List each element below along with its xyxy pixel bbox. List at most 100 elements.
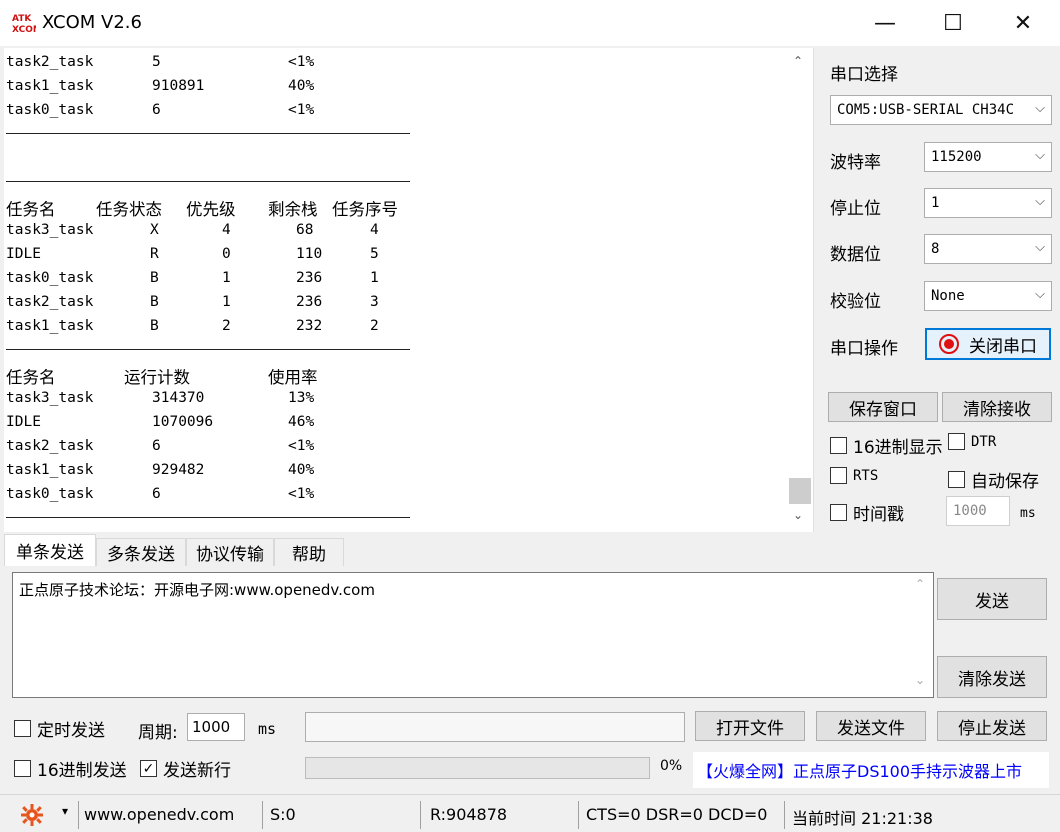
receive-cell: 314370 — [152, 390, 205, 406]
receive-cell: 4 — [370, 222, 379, 238]
receive-cell: 13% — [288, 390, 315, 406]
svg-text:ATK: ATK — [12, 14, 32, 24]
scroll-thumb[interactable] — [789, 478, 811, 504]
period-input[interactable]: 1000 — [187, 713, 245, 741]
status-url[interactable]: www.openedv.com — [84, 805, 234, 824]
status-bar: ▾ www.openedv.com S:0 R:904878 CTS=0 DSR… — [0, 794, 1060, 832]
receive-line: task1_task 910891 40% — [6, 74, 796, 98]
maximize-button[interactable]: ☐ — [918, 0, 988, 46]
receive-cell: 68 — [296, 222, 314, 238]
receive-cell: 110 — [296, 246, 323, 262]
scroll-up-icon[interactable]: ⌃ — [793, 54, 803, 68]
hex-send-checkbox[interactable]: 16进制发送 — [14, 756, 127, 781]
stop-bits-select[interactable]: 1 ⌵ — [924, 188, 1052, 218]
receive-cell: IDLE — [6, 414, 41, 430]
scroll-down-icon[interactable]: ⌄ — [915, 673, 925, 687]
timed-send-checkbox[interactable]: 定时发送 — [14, 716, 105, 741]
receive-cell: 1070096 — [152, 414, 214, 430]
port-select[interactable]: COM5:USB-SERIAL CH34C ⌵ — [830, 95, 1052, 125]
title-bar: ATK XCOM XCOM V2.6 — ☐ ✕ — [0, 0, 1060, 46]
hex-display-checkbox[interactable]: 16进制显示 — [830, 433, 943, 458]
clear-receive-button[interactable]: 清除接收 — [942, 392, 1052, 422]
receive-cell: task2_task — [6, 54, 94, 70]
receive-cell: 1 — [370, 270, 379, 286]
app-logo-icon: ATK XCOM — [12, 12, 42, 35]
chevron-down-icon: ⌵ — [1035, 148, 1045, 163]
scroll-down-icon[interactable]: ⌄ — [793, 508, 803, 522]
receive-cell: 232 — [296, 318, 323, 334]
gear-icon[interactable] — [20, 803, 44, 832]
close-window-button[interactable]: ✕ — [988, 0, 1058, 46]
period-label: 周期: — [138, 723, 178, 743]
separator-rule — [6, 338, 796, 362]
period-unit: ms — [258, 720, 277, 738]
svg-text:XCOM: XCOM — [12, 25, 36, 34]
scroll-up-icon[interactable]: ⌃ — [915, 577, 925, 591]
receive-line: IDLE 1070096 46% — [6, 410, 796, 434]
receive-cell: task3_task — [6, 222, 94, 238]
receive-cell: 1 — [222, 270, 231, 286]
receive-cell: task2_task — [6, 294, 94, 310]
receive-cell: <1% — [288, 54, 315, 70]
send-text: 正点原子技术论坛：开源电子网:www.openedv.com — [19, 581, 375, 599]
progress-text: 0% — [660, 758, 683, 774]
receive-cell: task1_task — [6, 78, 94, 94]
parity-select[interactable]: None ⌵ — [924, 281, 1052, 311]
send-scrollbar[interactable]: ⌃ ⌄ — [909, 573, 933, 697]
receive-cell: task0_task — [6, 102, 94, 118]
port-select-label: 串口选择 — [830, 65, 898, 85]
save-window-button[interactable]: 保存窗口 — [828, 392, 938, 422]
file-path-input[interactable] — [305, 712, 685, 742]
receive-cell: 5 — [370, 246, 379, 262]
stop-send-button[interactable]: 停止发送 — [937, 711, 1047, 741]
receive-cell: 0 — [222, 246, 231, 262]
status-time: 当前时间 21:21:38 — [792, 809, 933, 828]
tab-multi-send[interactable]: 多条发送 — [96, 538, 186, 566]
rts-checkbox[interactable]: RTS — [830, 467, 878, 484]
data-bits-select[interactable]: 8 ⌵ — [924, 234, 1052, 264]
stop-bits-label: 停止位 — [830, 199, 881, 219]
receive-cell: task0_task — [6, 270, 94, 286]
receive-cell: <1% — [288, 438, 315, 454]
receive-cell: <1% — [288, 486, 315, 502]
receive-cell: 1 — [222, 294, 231, 310]
tab-help[interactable]: 帮助 — [274, 538, 344, 566]
receive-line: task1_task B 2 232 2 — [6, 314, 796, 338]
port-value: COM5:USB-SERIAL CH34C — [837, 102, 1015, 118]
receive-cell: R — [150, 246, 159, 262]
receive-scrollbar[interactable]: ⌃ ⌄ — [787, 48, 813, 532]
auto-save-checkbox[interactable]: 自动保存 — [948, 467, 1039, 492]
promo-link[interactable]: 【火爆全网】正点原子DS100手持示波器上市 — [693, 752, 1049, 788]
dtr-checkbox[interactable]: DTR — [948, 433, 996, 450]
receive-line: 任务名 任务状态 优先级 剩余栈 任务序号 — [6, 194, 796, 219]
chevron-down-icon: ⌵ — [1035, 194, 1045, 209]
timestamp-input[interactable]: 1000 — [946, 496, 1010, 526]
send-button[interactable]: 发送 — [937, 578, 1047, 620]
receive-area[interactable]: task2_task 5 <1% task1_task 910891 40% task0_t… — [4, 48, 814, 532]
receive-cell: task2_task — [6, 438, 94, 454]
send-input[interactable]: 正点原子技术论坛：开源电子网:www.openedv.com ⌃ ⌄ — [12, 572, 934, 698]
parity-value: None — [931, 288, 965, 304]
baud-select[interactable]: 115200 ⌵ — [924, 142, 1052, 172]
close-port-button[interactable]: 关闭串口 — [925, 328, 1051, 360]
tab-single-send[interactable]: 单条发送 — [4, 534, 96, 566]
receive-cell: task0_task — [6, 486, 94, 502]
open-file-button[interactable]: 打开文件 — [695, 711, 805, 741]
receive-cell: 6 — [152, 438, 161, 454]
minimize-button[interactable]: — — [850, 0, 920, 46]
caret-down-icon[interactable]: ▾ — [62, 804, 68, 818]
chevron-down-icon: ⌵ — [1035, 287, 1045, 302]
close-port-label: 关闭串口 — [969, 336, 1037, 357]
separator-rule — [6, 170, 796, 194]
send-newline-checkbox[interactable]: ✓ 发送新行 — [140, 756, 231, 781]
receive-cell: task3_task — [6, 390, 94, 406]
timestamp-checkbox[interactable]: 时间戳 — [830, 500, 904, 525]
send-file-button[interactable]: 发送文件 — [816, 711, 926, 741]
receive-cell: B — [150, 294, 159, 310]
clear-send-button[interactable]: 清除发送 — [937, 656, 1047, 698]
baud-label: 波特率 — [830, 153, 881, 173]
receive-line — [6, 146, 796, 170]
status-sent: S:0 — [270, 805, 296, 824]
tab-protocol[interactable]: 协议传输 — [186, 538, 274, 566]
receive-cell: 4 — [222, 222, 231, 238]
